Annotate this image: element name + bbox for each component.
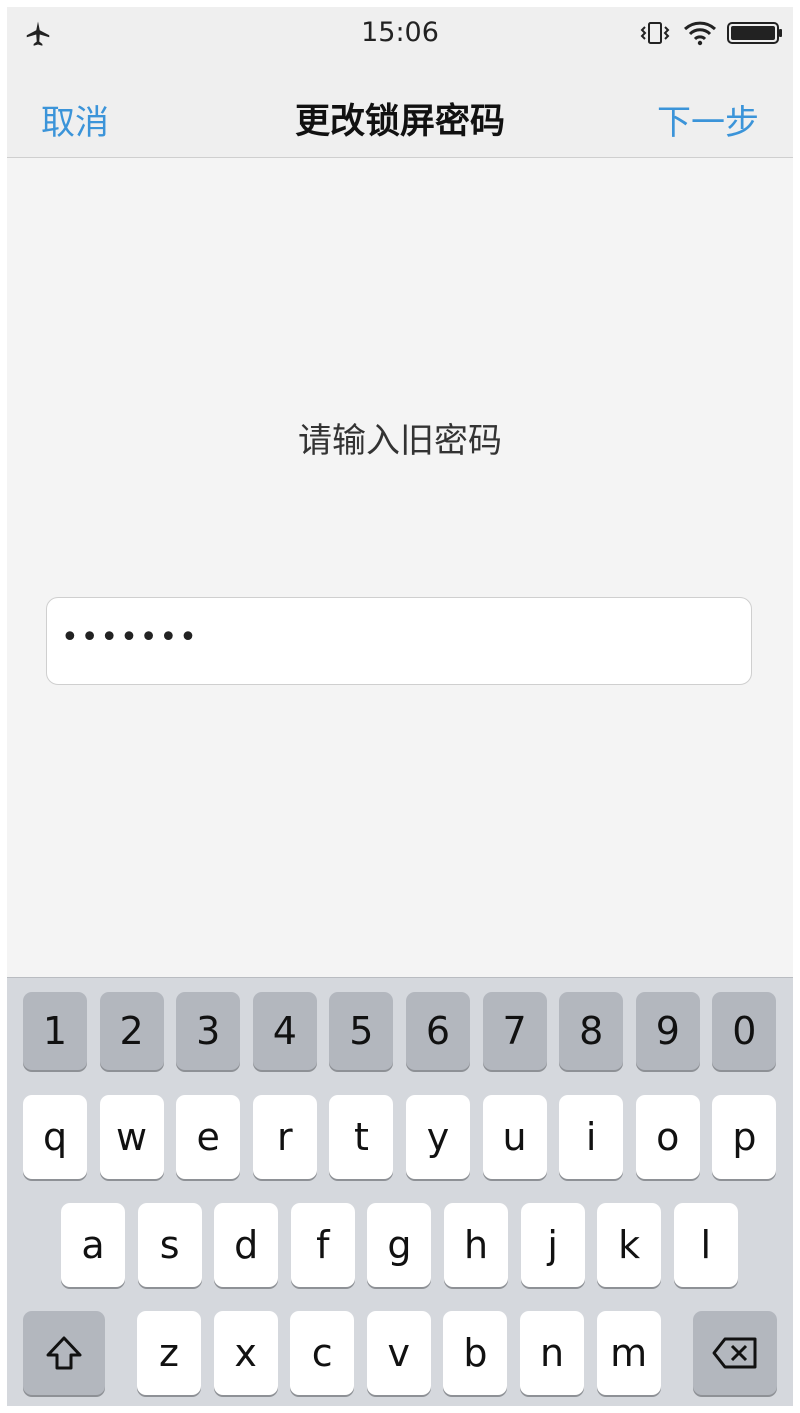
key-j[interactable]: j xyxy=(520,1203,585,1287)
key-l[interactable]: l xyxy=(673,1203,738,1287)
password-prompt: 请输入旧密码 xyxy=(298,421,502,461)
backspace-key[interactable] xyxy=(693,1311,777,1395)
key-label: z xyxy=(159,1331,179,1375)
key-label: 7 xyxy=(502,1009,527,1053)
password-masked-value: ••••••• xyxy=(61,620,199,655)
battery-icon xyxy=(727,22,782,44)
key-label: a xyxy=(81,1223,105,1267)
key-b[interactable]: b xyxy=(443,1311,508,1395)
key-label: x xyxy=(234,1331,257,1375)
key-5[interactable]: 5 xyxy=(329,992,394,1070)
key-label: p xyxy=(732,1115,757,1159)
shift-icon xyxy=(46,1336,82,1370)
key-z[interactable]: z xyxy=(137,1311,201,1395)
key-label: k xyxy=(618,1223,641,1267)
key-label: r xyxy=(276,1115,293,1159)
key-9[interactable]: 9 xyxy=(635,992,700,1070)
key-label: 5 xyxy=(349,1009,374,1053)
key-label: i xyxy=(585,1115,597,1159)
wifi-icon xyxy=(683,21,717,46)
key-label: s xyxy=(159,1223,180,1267)
status-time: 15:06 xyxy=(361,17,439,48)
key-y[interactable]: y xyxy=(406,1095,470,1179)
key-label: 0 xyxy=(732,1009,757,1053)
screen: 15:06 取消 更改锁屏密码 下一步 请输入旧密码 ••••••• 1 2 3 4 5… xyxy=(7,7,793,1406)
key-label: f xyxy=(316,1223,330,1267)
key-q[interactable]: q xyxy=(23,1095,87,1179)
key-label: j xyxy=(547,1223,558,1267)
key-w[interactable]: w xyxy=(99,1095,164,1179)
key-label: u xyxy=(502,1115,527,1159)
key-p[interactable]: p xyxy=(712,1095,777,1179)
key-u[interactable]: u xyxy=(482,1095,547,1179)
key-6[interactable]: 6 xyxy=(406,992,470,1070)
key-label: c xyxy=(311,1331,333,1375)
key-label: v xyxy=(387,1331,411,1375)
key-label: 9 xyxy=(655,1009,680,1053)
key-label: l xyxy=(700,1223,712,1267)
key-label: o xyxy=(656,1115,680,1159)
key-label: t xyxy=(353,1115,369,1159)
key-2[interactable]: 2 xyxy=(99,992,164,1070)
vibrate-icon xyxy=(640,22,670,44)
nav-bar: 取消 更改锁屏密码 下一步 xyxy=(7,59,793,158)
status-bar: 15:06 xyxy=(7,7,793,59)
key-f[interactable]: f xyxy=(290,1203,355,1287)
key-o[interactable]: o xyxy=(635,1095,700,1179)
key-label: b xyxy=(463,1331,488,1375)
key-1[interactable]: 1 xyxy=(23,992,87,1070)
next-button[interactable]: 下一步 xyxy=(657,95,759,144)
key-h[interactable]: h xyxy=(444,1203,508,1287)
key-g[interactable]: g xyxy=(367,1203,432,1287)
key-m[interactable]: m xyxy=(596,1311,661,1395)
key-label: d xyxy=(234,1223,259,1267)
key-8[interactable]: 8 xyxy=(559,992,624,1070)
key-0[interactable]: 0 xyxy=(712,992,777,1070)
key-7[interactable]: 7 xyxy=(482,992,547,1070)
key-3[interactable]: 3 xyxy=(176,992,241,1070)
key-label: 3 xyxy=(196,1009,221,1053)
key-r[interactable]: r xyxy=(252,1095,317,1179)
key-label: 4 xyxy=(272,1009,297,1053)
key-label: h xyxy=(463,1223,489,1267)
shift-key[interactable] xyxy=(23,1311,105,1395)
key-4[interactable]: 4 xyxy=(252,992,317,1070)
key-label: w xyxy=(116,1115,148,1159)
key-label: 8 xyxy=(579,1009,604,1053)
keyboard: 1 2 3 4 5 6 7 8 9 0 q w e r t y u i o p a s d f g h j k l z x c v b n m xyxy=(7,977,793,1406)
key-s[interactable]: s xyxy=(137,1203,202,1287)
old-password-field[interactable]: ••••••• xyxy=(46,597,752,685)
key-a[interactable]: a xyxy=(61,1203,125,1287)
key-c[interactable]: c xyxy=(290,1311,355,1395)
key-e[interactable]: e xyxy=(176,1095,241,1179)
key-label: 6 xyxy=(425,1009,451,1053)
key-d[interactable]: d xyxy=(214,1203,279,1287)
key-x[interactable]: x xyxy=(213,1311,278,1395)
key-label: g xyxy=(387,1223,412,1267)
key-v[interactable]: v xyxy=(366,1311,431,1395)
key-label: m xyxy=(610,1331,648,1375)
key-label: n xyxy=(539,1331,565,1375)
key-label: y xyxy=(426,1115,450,1159)
backspace-icon xyxy=(712,1337,757,1369)
key-i[interactable]: i xyxy=(559,1095,624,1179)
key-label: 2 xyxy=(119,1009,144,1053)
key-t[interactable]: t xyxy=(329,1095,394,1179)
key-label: e xyxy=(196,1115,220,1159)
key-k[interactable]: k xyxy=(597,1203,662,1287)
key-n[interactable]: n xyxy=(520,1311,584,1395)
key-label: 1 xyxy=(42,1009,68,1053)
key-label: q xyxy=(42,1115,68,1159)
